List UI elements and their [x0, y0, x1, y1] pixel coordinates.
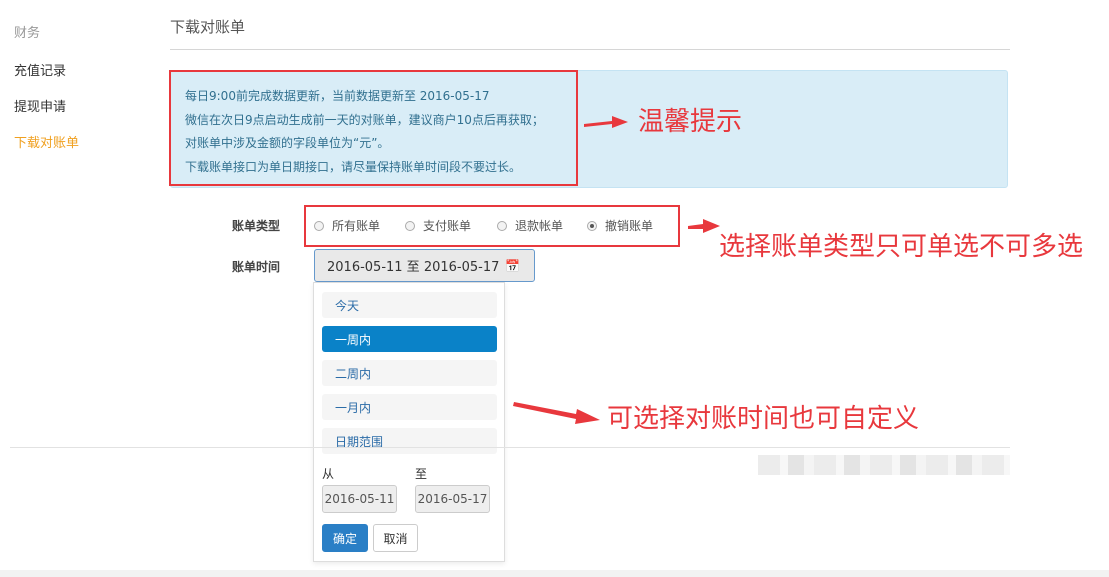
arrow-to-tip — [584, 116, 628, 128]
annotation-arrows — [513, 116, 720, 424]
arrow-to-single-select — [688, 219, 720, 233]
arrow-to-custom-time — [513, 402, 600, 424]
annotation-tip: 温馨提示 — [638, 107, 743, 137]
annotation-single-select: 选择账单类型只可单选不可多选 — [719, 232, 1084, 262]
annotation-custom-time: 可选择对账时间也可自定义 — [607, 404, 920, 434]
